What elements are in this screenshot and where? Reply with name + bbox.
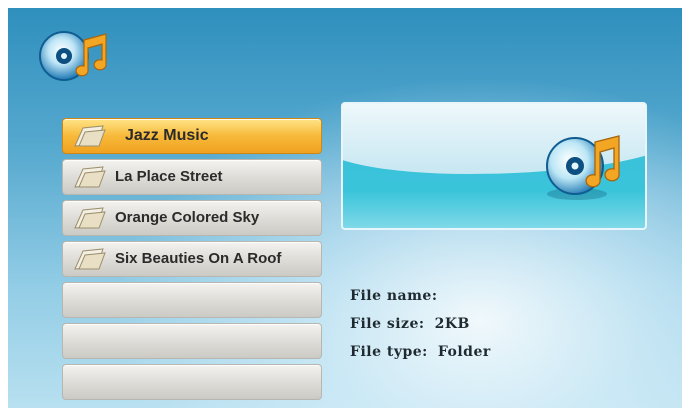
list-item-label: Jazz Music [125,127,209,144]
list-item[interactable]: Six Beauties On A Roof [62,241,322,277]
file-name-row: File name: [350,288,491,316]
file-info: File name: File size: 2KB File type: Folde… [350,288,491,372]
folder-icon [74,125,106,147]
folder-icon [74,166,106,188]
folder-icon [74,207,106,229]
preview-panel [341,102,647,230]
file-type-label: File type: [350,344,428,360]
list-item-label: La Place Street [115,168,223,185]
folder-icon [74,248,106,270]
file-size-row: File size: 2KB [350,316,491,344]
file-list: Jazz Music La Place Street Orange Colore… [62,118,322,405]
file-size-label: File size: [350,316,425,332]
list-item[interactable]: Orange Colored Sky [62,200,322,236]
list-item-empty[interactable] [62,323,322,359]
list-item-label: Six Beauties On A Roof [115,250,282,267]
file-name-label: File name: [350,288,438,304]
file-type-row: File type: Folder [350,344,491,372]
music-cd-icon [546,135,620,200]
file-type-value: Folder [437,344,491,360]
file-size-value: 2KB [434,316,470,332]
list-item-empty[interactable] [62,364,322,400]
list-item-label: Orange Colored Sky [115,209,260,226]
music-cd-icon [39,31,107,81]
list-item-empty[interactable] [62,282,322,318]
list-item[interactable]: Jazz Music [62,118,322,154]
list-item[interactable]: La Place Street [62,159,322,195]
screen: Jazz Music La Place Street Orange Colore… [8,8,682,408]
